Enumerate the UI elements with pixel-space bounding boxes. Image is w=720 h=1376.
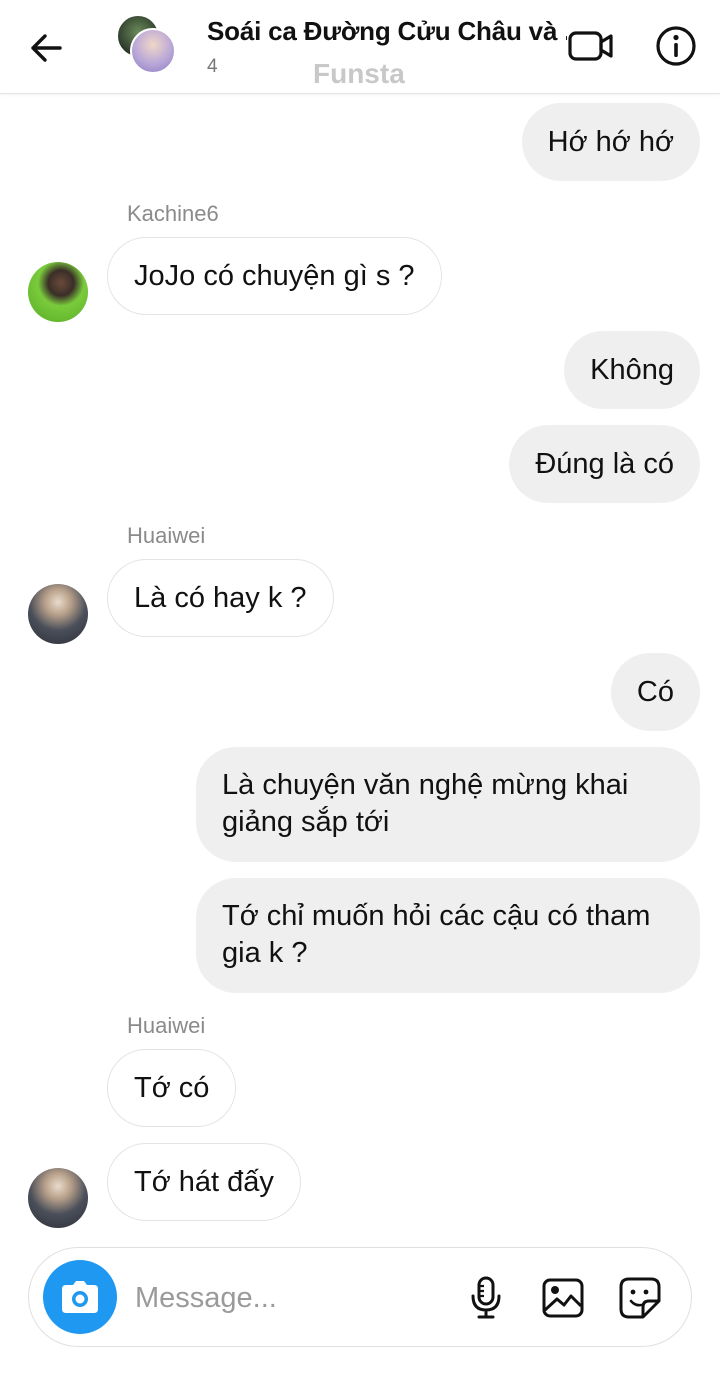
message-bubble-incoming[interactable]: Tớ có bbox=[107, 1049, 237, 1127]
camera-icon bbox=[62, 1281, 98, 1313]
message-bubble-outgoing[interactable]: Đúng là có bbox=[509, 425, 700, 503]
message-bubble-outgoing[interactable]: Tớ chỉ muốn hỏi các cậu có tham gia k ? bbox=[196, 878, 700, 993]
camera-button[interactable] bbox=[43, 1260, 117, 1334]
back-button[interactable] bbox=[22, 26, 70, 70]
message-bubble-incoming[interactable]: Là có hay k ? bbox=[107, 559, 334, 637]
message-bubble-incoming[interactable]: JoJo có chuyện gì s ? bbox=[107, 237, 442, 315]
arrow-left-icon bbox=[31, 34, 62, 62]
message-bubble-outgoing[interactable]: Là chuyện văn nghệ mừng khai giảng sắp t… bbox=[196, 747, 700, 862]
avatar[interactable] bbox=[28, 1168, 88, 1228]
message-composer bbox=[28, 1247, 692, 1347]
sticker-icon bbox=[619, 1277, 661, 1319]
gallery-button[interactable] bbox=[539, 1274, 587, 1322]
group-avatar[interactable] bbox=[116, 14, 178, 76]
member-avatar-2 bbox=[130, 28, 176, 74]
member-count: 4 bbox=[207, 56, 218, 77]
sender-name: Kachine6 bbox=[127, 201, 219, 226]
sender-name: Huaiwei bbox=[127, 523, 206, 548]
video-call-button[interactable] bbox=[566, 24, 616, 68]
image-icon bbox=[542, 1278, 584, 1318]
info-button[interactable] bbox=[652, 22, 700, 70]
voice-message-button[interactable] bbox=[462, 1274, 510, 1322]
message-bubble-outgoing[interactable]: Không bbox=[564, 331, 700, 409]
avatar[interactable] bbox=[28, 584, 88, 644]
info-circle-icon bbox=[656, 26, 696, 66]
chat-title[interactable]: Soái ca Đường Cửu Châu và ... bbox=[207, 16, 567, 47]
chat-header: Soái ca Đường Cửu Châu và ... 4 Funsta bbox=[0, 0, 720, 94]
message-input[interactable] bbox=[135, 1276, 455, 1320]
sticker-button[interactable] bbox=[616, 1274, 664, 1322]
watermark: Funsta bbox=[313, 58, 405, 89]
microphone-icon bbox=[471, 1276, 501, 1319]
sender-name: Huaiwei bbox=[127, 1013, 206, 1038]
avatar[interactable] bbox=[28, 262, 88, 322]
message-bubble-outgoing[interactable]: Có bbox=[610, 653, 700, 731]
message-bubble-outgoing[interactable]: Hớ hớ hớ bbox=[521, 103, 700, 181]
message-bubble-incoming[interactable]: Tớ hát đấy bbox=[107, 1143, 301, 1221]
video-camera-icon bbox=[568, 31, 613, 61]
